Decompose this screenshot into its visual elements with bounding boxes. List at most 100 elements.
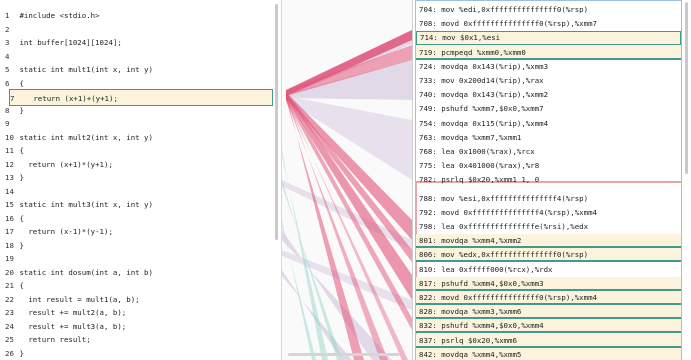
source-line[interactable]: 20 static int dosum(int a, int b)	[5, 266, 271, 280]
source-line[interactable]: 4	[5, 50, 271, 64]
source-line[interactable]: 11 {	[5, 144, 271, 158]
line-code: }	[19, 240, 24, 250]
line-number: 25	[5, 335, 14, 344]
line-code: {	[19, 281, 24, 290]
assembly-scrollbar[interactable]	[685, 2, 688, 174]
line-number: 21	[5, 281, 14, 290]
asm-line[interactable]: 724: movdqa 0x143(%rip),%xmm3	[416, 60, 681, 74]
source-line[interactable]: 2	[5, 23, 271, 37]
line-number: 5	[5, 65, 10, 74]
line-number: 3	[5, 38, 10, 47]
source-line[interactable]: 22 int result = mult1(a, b);	[5, 293, 271, 307]
line-code: {	[19, 146, 24, 155]
line-code: return (x+1)*(y+1);	[19, 159, 113, 169]
source-line[interactable]: 25 return result;	[5, 333, 271, 347]
line-code: {	[19, 213, 24, 223]
line-code: #include <stdio.h>	[19, 11, 100, 20]
mapping-svg	[282, 30, 412, 360]
source-line[interactable]: 16 {	[5, 212, 271, 226]
line-number: 9	[5, 119, 10, 128]
line-number: 1	[5, 11, 10, 20]
asm-line[interactable]: 740: movdqa 0x143(%rip),%xmm2	[416, 88, 681, 102]
line-code: return (x+1)+(y+1);	[24, 93, 118, 103]
line-number: 26	[5, 348, 14, 358]
asm-line-highlighted[interactable]: 806: mov %edx,0xfffffffffffffff0(%rsp)	[416, 248, 681, 263]
line-number: 10	[5, 132, 14, 142]
source-code-pane[interactable]: 1 #include <stdio.h> 2 3 int buffer[1024]…	[0, 0, 282, 360]
asm-line-highlighted[interactable]: 837: psrlq $0x20,%xmm6	[416, 333, 681, 348]
line-code: return result;	[19, 335, 91, 344]
line-number: 11	[5, 146, 14, 155]
assembly-pane[interactable]: 704: mov %edi,0xfffffffffffffff0(%rsp) 70…	[412, 0, 691, 360]
asm-line-highlighted[interactable]: 714: mov $0x1,%esi	[416, 31, 681, 46]
line-number: 24	[5, 321, 14, 331]
source-line[interactable]: 15 static int mult3(int x, int y)	[5, 198, 271, 212]
asm-line[interactable]: 704: mov %edi,0xfffffffffffffff0(%rsp)	[416, 3, 681, 17]
source-line[interactable]: 10 static int mult2(int x, int y)	[5, 131, 271, 145]
asm-line-highlighted[interactable]: 719: pcmpeqd %xmm0,%xmm0	[416, 45, 681, 60]
asm-line[interactable]: 733: mov 0x200d14(%rip),%rax	[416, 74, 681, 88]
line-number: 12	[5, 159, 14, 169]
source-line[interactable]: 26 }	[5, 347, 271, 360]
source-line[interactable]: 19	[5, 252, 271, 266]
line-code: return (x-1)*(y-1);	[19, 227, 113, 236]
asm-line-highlighted[interactable]: 832: pshufd %xmm4,$0x0,%xmm4	[416, 319, 681, 334]
line-number: 4	[5, 51, 10, 61]
source-line[interactable]: 8 }	[5, 104, 271, 118]
source-line[interactable]: 23 result += mult2(a, b);	[5, 306, 271, 320]
source-line[interactable]: 3 int buffer[1024][1024];	[5, 36, 271, 50]
line-number: 13	[5, 173, 14, 182]
line-number: 16	[5, 213, 14, 223]
source-line[interactable]: 24 result += mult3(a, b);	[5, 320, 271, 334]
line-code: {	[19, 78, 24, 88]
source-line[interactable]: 1 #include <stdio.h>	[5, 9, 271, 23]
line-code: int result = mult1(a, b);	[19, 294, 140, 304]
asm-line[interactable]: 782: psrlq $0x20,%xmm1 1, 0	[416, 173, 681, 187]
source-line[interactable]: 12 return (x+1)*(y+1);	[5, 158, 271, 172]
asm-line[interactable]: 775: lea 0x401000(%rax),%r8	[416, 159, 681, 173]
asm-line[interactable]: 763: movdqa %xmm7,%xmm1	[416, 131, 681, 145]
line-number: 22	[5, 294, 14, 304]
mapping-visualization-pane	[282, 0, 412, 360]
source-line[interactable]: 17 return (x-1)*(y-1);	[5, 225, 271, 239]
asm-line-highlighted[interactable]: 842: movdqa %xmm4,%xmm5	[416, 347, 681, 360]
source-line[interactable]: 9	[5, 117, 271, 131]
line-number: 2	[5, 24, 10, 34]
asm-line[interactable]: 708: movd 0xfffffffffffffff0(%rsp),%xmm7	[416, 17, 681, 31]
line-code: static int mult1(int x, int y)	[19, 65, 153, 74]
source-scrollbar[interactable]	[275, 4, 278, 240]
line-code: }	[19, 173, 24, 182]
asm-line-highlighted[interactable]: 822: movd 0xfffffffffffffff0(%rsp),%xmm4	[416, 291, 681, 305]
line-number: 8	[5, 105, 10, 115]
line-code: static int mult3(int x, int y)	[19, 200, 153, 209]
asm-line[interactable]: 768: lea 0x1000(%rax),%rcx	[416, 145, 681, 159]
asm-line-highlighted[interactable]: 828: movdqa %xmm3,%xmm6	[416, 305, 681, 320]
line-number: 14	[5, 186, 14, 196]
source-line[interactable]: 5 static int mult1(int x, int y)	[5, 63, 271, 77]
line-code: }	[19, 348, 24, 358]
source-line[interactable]: 21 {	[5, 279, 271, 293]
asm-line[interactable]: 754: movdqa 0x115(%rip),%xmm4	[416, 117, 681, 131]
line-code: result += mult2(a, b);	[19, 308, 127, 317]
asm-line[interactable]: 788: mov %esi,0xfffffffffffffff4(%rsp)	[416, 192, 681, 206]
asm-line-highlighted[interactable]: 801: movdqa %xmm4,%xmm2	[416, 234, 681, 249]
line-number: 23	[5, 308, 14, 317]
asm-line[interactable]: 798: lea 0xfffffffffffffffe(%rsi),%edx	[416, 220, 681, 234]
asm-line[interactable]: 810: lea 0xfffff000(%rcx),%rdx	[416, 263, 681, 277]
line-code: static int mult2(int x, int y)	[19, 132, 153, 142]
line-code: result += mult3(a, b);	[19, 321, 127, 331]
source-line[interactable]: 14	[5, 185, 271, 199]
line-code: static int dosum(int a, int b)	[19, 267, 153, 277]
line-code: }	[19, 105, 24, 115]
line-number: 20	[5, 267, 14, 277]
source-line[interactable]: 13 }	[5, 171, 271, 185]
line-number: 17	[5, 227, 14, 236]
line-number: 19	[5, 254, 14, 263]
line-code: int buffer[1024][1024];	[19, 38, 122, 47]
asm-line-highlighted[interactable]: 817: pshufd %xmm4,$0x0,%xmm3	[416, 276, 681, 291]
asm-line[interactable]: 792: movd 0xfffffffffffffff4(%rsp),%xmm4	[416, 206, 681, 220]
asm-line[interactable]: 749: pshufd %xmm7,$0x0,%xmm7	[416, 102, 681, 116]
line-number: 15	[5, 200, 14, 209]
mapping-bottom-scrollbar[interactable]	[288, 353, 400, 356]
source-line[interactable]: 18 }	[5, 239, 271, 253]
